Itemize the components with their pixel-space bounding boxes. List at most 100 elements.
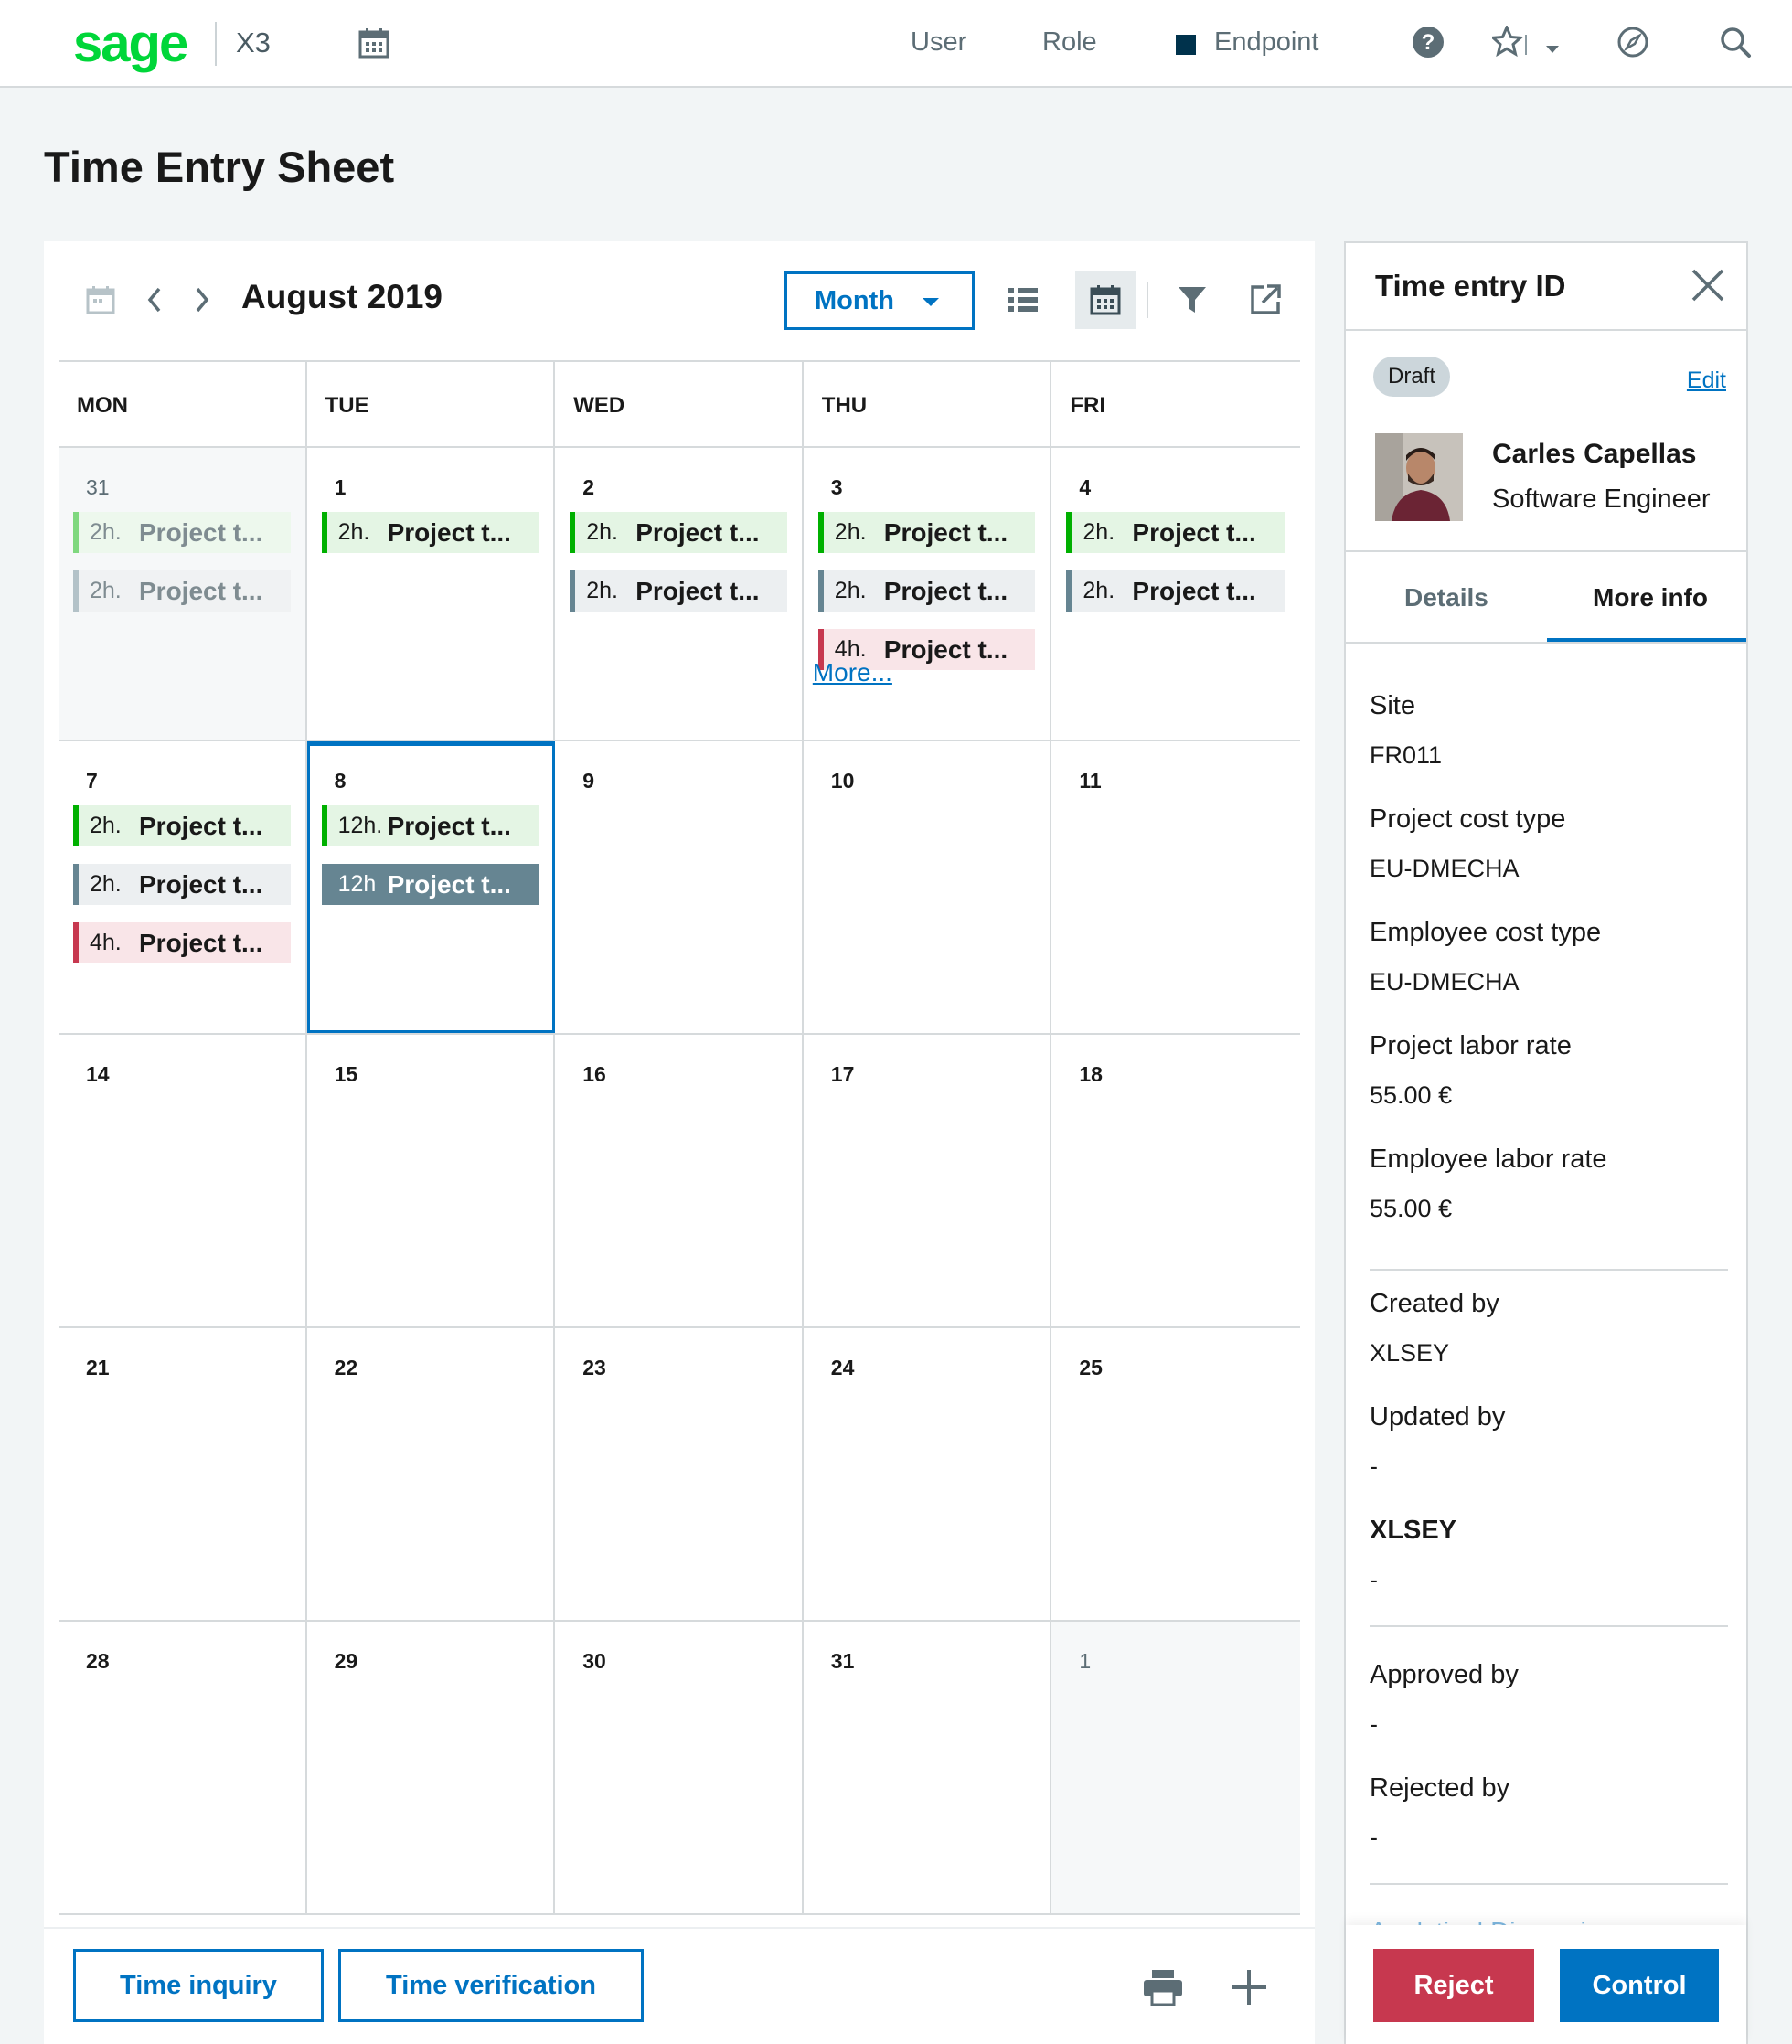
field-label: Employee labor rate <box>1370 1144 1607 1174</box>
day-number: 25 <box>1079 1356 1103 1379</box>
divider <box>1370 1269 1728 1271</box>
time-entry[interactable]: 2h. Project t... <box>817 512 1036 553</box>
time-entry[interactable]: 2h. Project t... <box>73 805 291 846</box>
day-cell[interactable]: 7 2h. Project t... 2h. Project t... 4h. Projec… <box>59 741 307 1033</box>
field-updated-by: Updated by - <box>1370 1402 1505 1481</box>
day-cell[interactable]: 3 2h. Project t... 2h. Project t... 4h. Projec… <box>804 448 1052 740</box>
day-cell[interactable]: 1 2h. Project t... <box>307 448 556 740</box>
print-icon[interactable] <box>1143 1969 1183 2010</box>
day-number: 30 <box>582 1649 606 1673</box>
compass-icon[interactable] <box>1616 26 1649 63</box>
day-cell[interactable]: 14 <box>59 1035 307 1326</box>
more-link[interactable]: More... <box>813 658 892 687</box>
chevron-left-icon[interactable] <box>144 285 165 319</box>
chevron-down-icon[interactable] <box>1545 42 1560 61</box>
day-number: 2 <box>582 475 594 499</box>
entry-label: Project t... <box>883 517 1008 547</box>
entry-hours: 2h. <box>834 578 867 603</box>
control-button[interactable]: Control <box>1560 1949 1719 2022</box>
tab-more-info[interactable]: More info <box>1593 583 1708 612</box>
day-cell[interactable]: 28 <box>59 1622 307 1913</box>
nav-endpoint[interactable]: Endpoint <box>1214 27 1319 58</box>
list-view-icon[interactable] <box>1008 285 1039 319</box>
day-number: 7 <box>86 769 98 793</box>
day-cell[interactable]: 16 <box>555 1035 804 1326</box>
day-cell[interactable]: 17 <box>804 1035 1052 1326</box>
divider <box>1346 642 1746 644</box>
calendar-today-icon[interactable] <box>86 285 115 319</box>
day-cell[interactable]: 22 <box>307 1328 556 1620</box>
week-row: 14 15 16 17 18 <box>59 1035 1300 1328</box>
time-entry[interactable]: 2h. Project t... <box>570 570 787 612</box>
time-inquiry-button[interactable]: Time inquiry <box>73 1949 324 2022</box>
day-cell[interactable]: 4 2h. Project t... 2h. Project t... <box>1051 448 1300 740</box>
day-cell[interactable]: 1 <box>1051 1622 1300 1913</box>
day-cell[interactable]: 25 <box>1051 1328 1300 1620</box>
entry-hours: 2h. <box>1083 519 1115 545</box>
side-panel-header: Time entry ID <box>1346 243 1746 331</box>
view-select[interactable]: Month <box>784 271 975 330</box>
day-cell[interactable]: 9 <box>555 741 804 1033</box>
day-cell[interactable]: 18 <box>1051 1035 1300 1326</box>
day-number: 24 <box>830 1356 855 1379</box>
day-cell[interactable]: 2 2h. Project t... 2h. Project t... <box>555 448 804 740</box>
endpoint-color-square <box>1176 35 1196 55</box>
filter-icon[interactable] <box>1178 285 1207 319</box>
nav-role[interactable]: Role <box>1042 27 1097 58</box>
logo-divider <box>215 22 217 66</box>
time-entry[interactable]: 2h. Project t... <box>73 512 291 553</box>
status-badge: Draft <box>1373 357 1451 397</box>
reject-button[interactable]: Reject <box>1373 1949 1534 2022</box>
day-cell[interactable]: 31 2h. Project t... 2h. Project t... <box>59 448 307 740</box>
calendar-view-button[interactable] <box>1075 271 1136 329</box>
calendar-icon[interactable] <box>358 27 389 63</box>
day-cell[interactable]: 21 <box>59 1328 307 1620</box>
nav-user[interactable]: User <box>911 27 966 58</box>
add-icon[interactable] <box>1231 1969 1267 2010</box>
day-cell[interactable]: 11 <box>1051 741 1300 1033</box>
entry-label: Project t... <box>387 869 511 899</box>
calendar-toolbar: August 2019 Month <box>44 241 1315 360</box>
time-entry[interactable]: 2h. Project t... <box>1066 570 1285 612</box>
star-icon[interactable] <box>1489 24 1529 63</box>
external-link-icon[interactable] <box>1249 283 1282 321</box>
field-value: EU-DMECHA <box>1370 855 1520 882</box>
entry-hours: 12h. <box>337 813 383 838</box>
field-label: Created by <box>1370 1289 1499 1318</box>
field-label: Approved by <box>1370 1660 1519 1689</box>
time-entry[interactable]: 2h. Project t... <box>73 570 291 612</box>
field-value: EU-DMECHA <box>1370 968 1520 995</box>
day-cell[interactable]: 30 <box>555 1622 804 1913</box>
day-cell[interactable]: 10 <box>804 741 1052 1033</box>
chevron-down-icon <box>923 298 939 306</box>
time-entry[interactable]: 12h. Project t... <box>321 805 539 846</box>
tab-details[interactable]: Details <box>1404 583 1488 612</box>
weekday-label: FRI <box>1070 393 1106 418</box>
weekday-label: MON <box>59 362 307 446</box>
sage-logo[interactable]: sage <box>73 13 188 74</box>
edit-link[interactable]: Edit <box>1687 367 1726 394</box>
time-entry[interactable]: 4h. Project t... <box>73 922 291 963</box>
time-entry[interactable]: 2h. Project t... <box>817 570 1036 612</box>
time-entry[interactable]: 2h. Project t... <box>570 512 787 553</box>
search-icon[interactable] <box>1719 26 1752 63</box>
day-cell[interactable]: 8 12h. Project t... 12h Project t... <box>306 741 556 1033</box>
close-icon[interactable] <box>1690 267 1726 308</box>
day-cell[interactable]: 24 <box>804 1328 1052 1620</box>
field-approved-by: Approved by - <box>1370 1660 1519 1739</box>
time-entry[interactable]: 2h. Project t... <box>321 512 539 553</box>
month-grid: MON TUE WED THU FRI 31 2h. Project t... 2h.… <box>59 360 1300 1915</box>
day-cell[interactable]: 31 <box>804 1622 1052 1913</box>
day-cell[interactable]: 15 <box>307 1035 556 1326</box>
day-cell[interactable]: 29 <box>307 1622 556 1913</box>
chevron-right-icon[interactable] <box>192 285 212 319</box>
time-entry[interactable]: 2h. Project t... <box>1066 512 1285 553</box>
weekday-header: MON TUE WED THU FRI <box>59 360 1300 448</box>
day-cell[interactable]: 23 <box>555 1328 804 1620</box>
time-entry[interactable]: 12h Project t... <box>321 864 539 905</box>
time-verification-button[interactable]: Time verification <box>338 1949 644 2022</box>
entry-label: Project t... <box>387 517 511 547</box>
time-entry[interactable]: 2h. Project t... <box>73 864 291 905</box>
help-icon[interactable]: ? <box>1412 26 1445 63</box>
weekday-label: TUE <box>307 362 556 446</box>
